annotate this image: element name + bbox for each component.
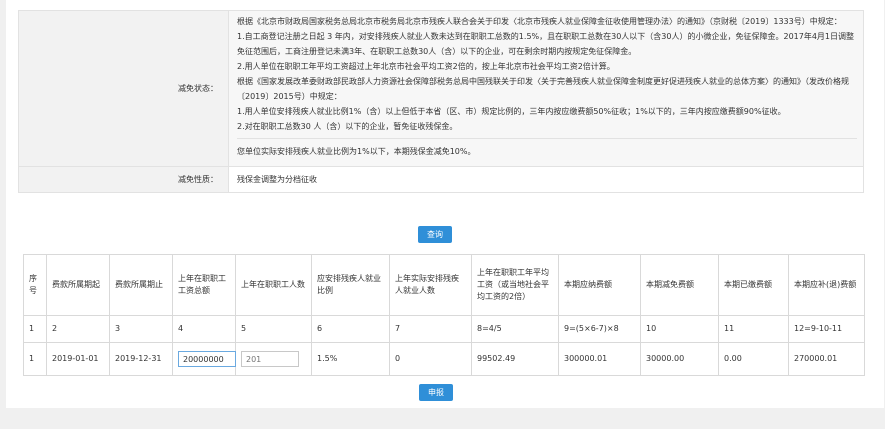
reduction-nature-value: 残保金调整为分档征收 (228, 166, 864, 193)
index-cell: 11 (718, 315, 789, 343)
policy-paragraph: 1.用人单位安排残疾人就业比例1%（含）以上但低于本省（区、市）规定比例的，三年… (237, 107, 786, 116)
index-cell: 10 (640, 315, 719, 343)
reduction-info-table: 减免状态： 根据《北京市财政局国家税务总局北京市税务局北京市残疾人联合会关于印发… (18, 10, 864, 193)
policy-paragraph: 2.用人单位在职职工年平均工资超过上年北京市社会平均工资2倍的，按上年北京市社会… (237, 62, 615, 71)
column-header: 本期应补(退)费额 (788, 254, 865, 316)
column-header: 上年在职职工工资总额 (172, 254, 236, 316)
column-header: 应安排残疾人就业比例 (311, 254, 390, 316)
declaration-table: 序号 费款所属期起 费款所属期止 上年在职职工工资总额 上年在职职工人数 应安排… (23, 254, 865, 376)
balance-cell: 270000.01 (788, 342, 865, 376)
table-row: 1 2019-01-01 2019-12-31 1.5% 0 99502.49 … (23, 342, 865, 376)
index-cell: 7 (389, 315, 472, 343)
staff-count-input[interactable] (241, 351, 299, 367)
query-button[interactable]: 查询 (418, 226, 452, 243)
payable-cell: 300000.01 (558, 342, 641, 376)
avg-salary-cell: 99502.49 (471, 342, 559, 376)
index-cell: 8=4/5 (471, 315, 559, 343)
column-header: 费款所属期止 (109, 254, 173, 316)
salary-total-cell (172, 342, 236, 376)
reduction-summary: 您单位实际安排残疾人就业比例为1%以下，本期残保金减免10%。 (237, 138, 857, 163)
policy-paragraph: 2.对在职职工总数30 人（含）以下的企业，暂免征收残保金。 (237, 122, 458, 131)
staff-count-cell (235, 342, 312, 376)
column-header: 上年在职职工年平均工资（或当地社会平均工资的2倍） (471, 254, 559, 316)
index-cell: 6 (311, 315, 390, 343)
column-header: 本期已缴费额 (718, 254, 789, 316)
table-row-index: 1 2 3 4 5 6 7 8=4/5 9=(5×6-7)×8 10 11 12… (23, 315, 865, 343)
paid-cell: 0.00 (718, 342, 789, 376)
content-panel: 减免状态： 根据《北京市财政局国家税务总局北京市税务局北京市残疾人联合会关于印发… (6, 0, 884, 408)
policy-paragraph: 根据《北京市财政局国家税务总局北京市税务局北京市残疾人联合会关于印发〈北京市残疾… (237, 17, 842, 26)
reduction-status-label: 减免状态： (18, 10, 229, 167)
index-cell: 1 (23, 315, 47, 343)
reduction-policy-text: 根据《北京市财政局国家税务总局北京市税务局北京市残疾人联合会关于印发〈北京市残疾… (228, 10, 864, 167)
submit-button[interactable]: 申报 (419, 384, 453, 401)
index-cell: 4 (172, 315, 236, 343)
salary-total-input[interactable] (178, 351, 236, 367)
column-header: 序号 (23, 254, 47, 316)
index-cell: 3 (109, 315, 173, 343)
column-header: 上年在职职工人数 (235, 254, 312, 316)
ratio-cell: 1.5% (311, 342, 390, 376)
reduction-nature-label: 减免性质： (18, 166, 229, 193)
period-start-cell: 2019-01-01 (46, 342, 110, 376)
policy-paragraph: 根据《国家发展改革委财政部民政部人力资源社会保障部税务总局中国残联关于印发〈关于… (237, 77, 849, 101)
column-header: 费款所属期起 (46, 254, 110, 316)
reduction-cell: 30000.00 (640, 342, 719, 376)
table-header-row: 序号 费款所属期起 费款所属期止 上年在职职工工资总额 上年在职职工人数 应安排… (23, 254, 865, 316)
column-header: 上年实际安排残疾人就业人数 (389, 254, 472, 316)
period-end-cell: 2019-12-31 (109, 342, 173, 376)
index-cell: 12=9-10-11 (788, 315, 865, 343)
index-cell: 9=(5×6-7)×8 (558, 315, 641, 343)
column-header: 本期减免费额 (640, 254, 719, 316)
policy-paragraph: 1.自工商登记注册之日起 3 年内，对安排残疾人就业人数未达到在职职工总数的1.… (237, 32, 855, 56)
seq-cell: 1 (23, 342, 47, 376)
index-cell: 5 (235, 315, 312, 343)
disabled-count-cell: 0 (389, 342, 472, 376)
column-header: 本期应纳费额 (558, 254, 641, 316)
index-cell: 2 (46, 315, 110, 343)
